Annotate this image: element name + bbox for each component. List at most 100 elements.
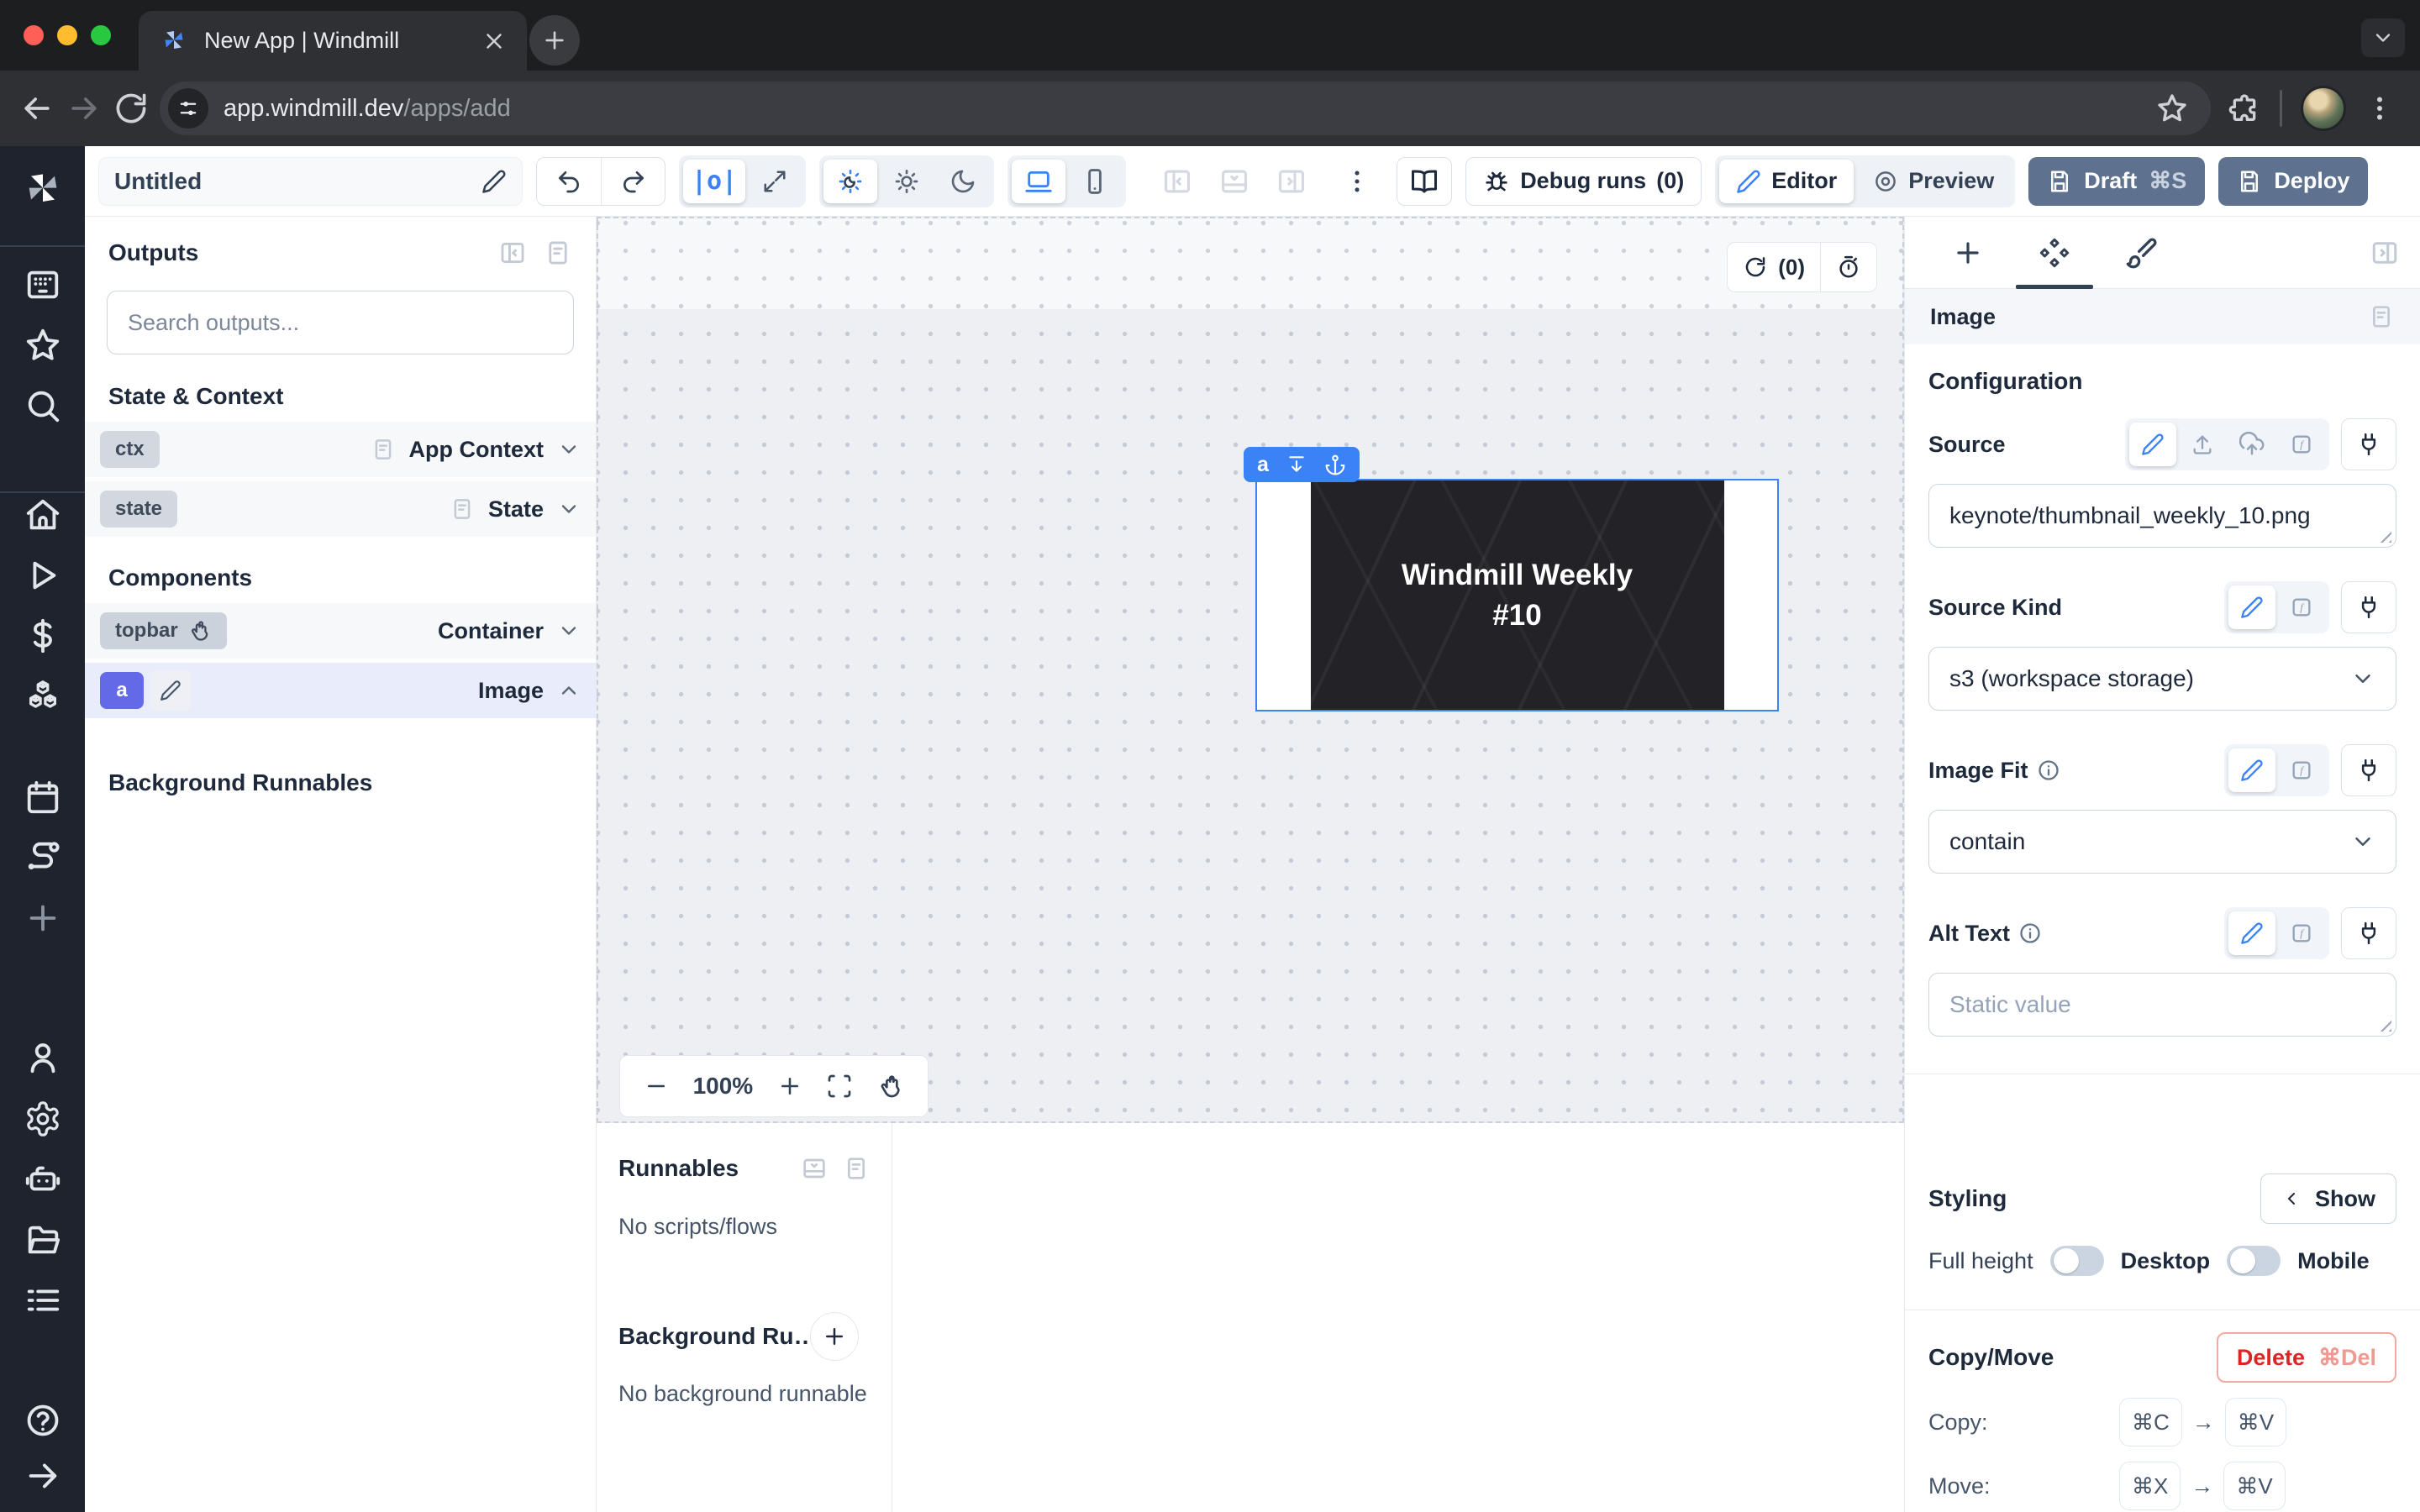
window-zoom-button[interactable] [91,25,111,45]
source-input[interactable]: keynote/thumbnail_weekly_10.png [1928,484,2396,548]
app-name-field[interactable]: Untitled [98,157,523,206]
desktop-view-button[interactable] [1012,160,1065,203]
panel-right-icon[interactable] [1276,165,1307,197]
static-mode-button[interactable] [2228,911,2275,955]
forward-button[interactable] [66,90,103,127]
connect-source-button[interactable] [2341,418,2396,470]
image-fit-select[interactable]: contain [1928,810,2396,874]
component-row-topbar[interactable]: topbar Container [85,603,596,659]
image-component[interactable]: Windmill Weekly #10 [1255,479,1779,711]
browser-tab[interactable]: New App | Windmill [139,11,527,71]
add-background-runnable-button[interactable] [810,1312,859,1361]
anchor-icon[interactable] [1324,454,1346,475]
topbar-container-region[interactable] [598,218,1902,309]
new-tab-button[interactable] [529,15,580,66]
source-kind-select[interactable]: s3 (workspace storage) [1928,647,2396,711]
site-settings-icon[interactable] [168,88,208,129]
full-height-desktop-toggle[interactable] [2050,1246,2104,1276]
zoom-in-icon[interactable] [777,1074,802,1099]
tab-insert[interactable] [1925,217,2011,288]
resize-handle[interactable] [2375,1015,2391,1032]
sidebar-item-home[interactable] [24,496,62,534]
windmill-logo-icon[interactable] [19,166,66,213]
docs-button[interactable] [1397,157,1452,206]
sidebar-item-variables[interactable] [24,617,62,655]
info-icon[interactable] [2037,759,2060,782]
theme-dark-button[interactable] [936,160,990,203]
collapse-bottom-icon[interactable] [801,1155,828,1182]
sidebar-item-resources[interactable] [24,677,62,716]
chrome-menu-icon[interactable] [2365,93,2395,123]
doc-icon[interactable] [2368,303,2395,330]
sidebar-item-settings[interactable] [24,1100,62,1138]
pan-hand-icon[interactable] [877,1073,904,1100]
sidebar-item-apps[interactable] [24,265,62,304]
window-close-button[interactable] [24,25,44,45]
center-align-button[interactable]: |o| [683,160,745,203]
delete-component-button[interactable]: Delete ⌘Del [2217,1332,2396,1383]
info-icon[interactable] [2018,921,2042,945]
alt-text-input[interactable]: Static value [1928,973,2396,1037]
preview-tab[interactable]: Preview [1856,160,2011,203]
panel-left-icon[interactable] [1161,165,1193,197]
fit-view-icon[interactable] [826,1073,853,1100]
static-mode-button[interactable] [2228,748,2275,792]
reload-button[interactable] [113,90,150,127]
sidebar-item-favorites[interactable] [24,326,62,365]
eval-mode-button[interactable]: f [2278,748,2325,792]
theme-auto-button[interactable] [823,160,877,203]
s3-upload-mode-button[interactable] [2228,423,2275,466]
output-row-ctx[interactable]: ctx App Context [85,422,596,477]
show-styling-button[interactable]: Show [2260,1173,2396,1224]
bookmark-star-icon[interactable] [2155,92,2189,125]
sidebar-item-add[interactable] [24,899,62,937]
extensions-icon[interactable] [2228,92,2261,125]
static-mode-button[interactable] [2129,423,2176,466]
eval-mode-button[interactable]: f [2278,423,2325,466]
connect-image-fit-button[interactable] [2341,744,2396,796]
profile-avatar[interactable] [2301,86,2346,131]
sidebar-expand-icon[interactable] [24,1457,62,1495]
sidebar-item-runs[interactable] [24,556,62,595]
full-height-mobile-toggle[interactable] [2227,1246,2281,1276]
connect-source-kind-button[interactable] [2341,581,2396,633]
window-minimize-button[interactable] [57,25,77,45]
sidebar-item-account[interactable] [24,1038,62,1077]
deploy-button[interactable]: Deploy [2218,157,2368,206]
editor-tab[interactable]: Editor [1719,160,1854,203]
panel-bottom-icon[interactable] [1218,165,1250,197]
theme-light-button[interactable] [880,160,934,203]
topbar-chip[interactable]: topbar [100,612,227,649]
zoom-out-icon[interactable] [644,1074,669,1099]
connect-alt-text-button[interactable] [2341,907,2396,959]
sidebar-item-search[interactable] [24,386,62,425]
sidebar-item-workers[interactable] [24,1160,62,1199]
doc-icon[interactable] [544,239,572,267]
mobile-view-button[interactable] [1068,160,1122,203]
a-chip[interactable]: a [100,672,144,709]
edit-id-pencil-icon[interactable] [150,670,191,711]
chevron-up-icon[interactable] [557,679,581,702]
component-row-a[interactable]: a Image [85,663,596,718]
output-row-state[interactable]: state State [85,481,596,537]
sidebar-item-folders[interactable] [24,1221,62,1259]
sidebar-item-logs[interactable] [24,1281,62,1320]
expand-canvas-button[interactable] [748,160,802,203]
refresh-runs-button[interactable]: (0) [1728,243,1820,291]
eval-mode-button[interactable]: f [2278,911,2325,955]
run-history-button[interactable] [1820,243,1876,291]
draft-button[interactable]: Draft ⌘S [2028,157,2205,206]
tab-close-icon[interactable] [481,29,507,54]
search-outputs-input[interactable] [107,291,574,354]
tab-styling[interactable] [2098,217,2186,288]
resize-handle[interactable] [2375,526,2391,543]
debug-runs-button[interactable]: Debug runs (0) [1465,157,1702,206]
collapse-panel-icon[interactable] [498,239,527,267]
upload-mode-button[interactable] [2179,423,2226,466]
app-canvas[interactable]: (0) a Windmill Weekly #10 100% [597,217,1904,1123]
eval-mode-button[interactable]: f [2278,585,2325,629]
chevron-down-icon[interactable] [557,438,581,461]
expand-down-icon[interactable] [1286,454,1307,475]
state-chip[interactable]: state [100,491,177,528]
more-options-icon[interactable] [1343,167,1371,196]
